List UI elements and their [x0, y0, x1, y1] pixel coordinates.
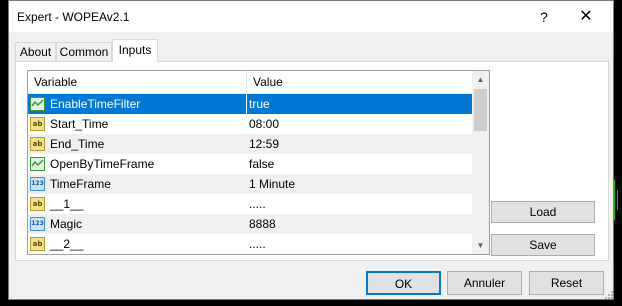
title-bar[interactable]: Expert - WOPEAv2.1 ? ✕ — [9, 1, 613, 32]
variable-name: Magic — [50, 217, 83, 231]
value-cell[interactable]: 12:59 — [247, 134, 472, 154]
variable-name: TimeFrame — [50, 177, 111, 191]
value-cell[interactable]: true — [247, 94, 472, 114]
string-icon: ab — [30, 117, 45, 131]
table-row[interactable]: ab __1__ ..... — [28, 194, 472, 214]
variable-name: Start_Time — [50, 117, 109, 131]
bool-icon — [30, 97, 45, 111]
variable-name: __2__ — [50, 237, 84, 251]
table-row[interactable]: OpenByTimeFrame false — [28, 154, 472, 174]
table-row[interactable]: 123 Magic 8888 — [28, 214, 472, 234]
background-chart-line — [617, 190, 618, 210]
cancel-button[interactable]: Annuler — [447, 271, 522, 295]
tab-about[interactable]: About — [15, 42, 56, 61]
expert-properties-dialog: Expert - WOPEAv2.1 ? ✕ About Common Inpu… — [8, 0, 614, 300]
help-icon[interactable]: ? — [529, 6, 559, 28]
grid-scrollbar[interactable]: ▲ ▼ — [472, 71, 489, 254]
close-icon[interactable]: ✕ — [571, 6, 601, 28]
table-row[interactable]: ab End_Time 12:59 — [28, 134, 472, 154]
scrollbar-thumb[interactable] — [474, 89, 487, 131]
value-cell[interactable]: 1 Minute — [247, 174, 472, 194]
resize-grip-icon[interactable] — [605, 291, 613, 299]
table-row[interactable]: ab __2__ ..... — [28, 234, 472, 254]
window-title: Expert - WOPEAv2.1 — [17, 10, 130, 24]
string-icon: ab — [30, 237, 45, 251]
table-row[interactable]: ab Start_Time 08:00 — [28, 114, 472, 134]
number-icon: 123 — [30, 177, 45, 191]
column-header-variable[interactable]: Variable — [28, 71, 247, 93]
value-cell[interactable]: 8888 — [247, 214, 472, 234]
bool-icon — [30, 157, 45, 171]
value-cell[interactable]: ..... — [247, 234, 472, 254]
table-row[interactable]: EnableTimeFilter true — [28, 94, 472, 114]
background-chart-line — [614, 180, 615, 220]
value-cell[interactable]: 08:00 — [247, 114, 472, 134]
load-button[interactable]: Load — [491, 201, 595, 223]
grid-header: Variable Value — [28, 71, 472, 94]
reset-button[interactable]: Reset — [529, 271, 604, 295]
string-icon: ab — [30, 197, 45, 211]
number-icon: 123 — [30, 217, 45, 231]
variable-name: OpenByTimeFrame — [50, 157, 155, 171]
tab-inputs[interactable]: Inputs — [112, 39, 158, 62]
tab-common[interactable]: Common — [56, 42, 112, 61]
column-header-value[interactable]: Value — [247, 71, 472, 93]
inputs-grid: Variable Value EnableTimeFilter true ab … — [27, 70, 490, 255]
variable-name: __1__ — [50, 197, 84, 211]
string-icon: ab — [30, 137, 45, 151]
variable-name: End_Time — [50, 137, 105, 151]
ok-button[interactable]: OK — [366, 271, 441, 295]
scroll-down-icon[interactable]: ▼ — [472, 237, 489, 254]
table-row[interactable]: 123 TimeFrame 1 Minute — [28, 174, 472, 194]
scroll-up-icon[interactable]: ▲ — [472, 71, 489, 88]
variable-name: EnableTimeFilter — [50, 97, 141, 111]
save-button[interactable]: Save — [491, 234, 595, 256]
value-cell[interactable]: ..... — [247, 194, 472, 214]
value-cell[interactable]: false — [247, 154, 472, 174]
